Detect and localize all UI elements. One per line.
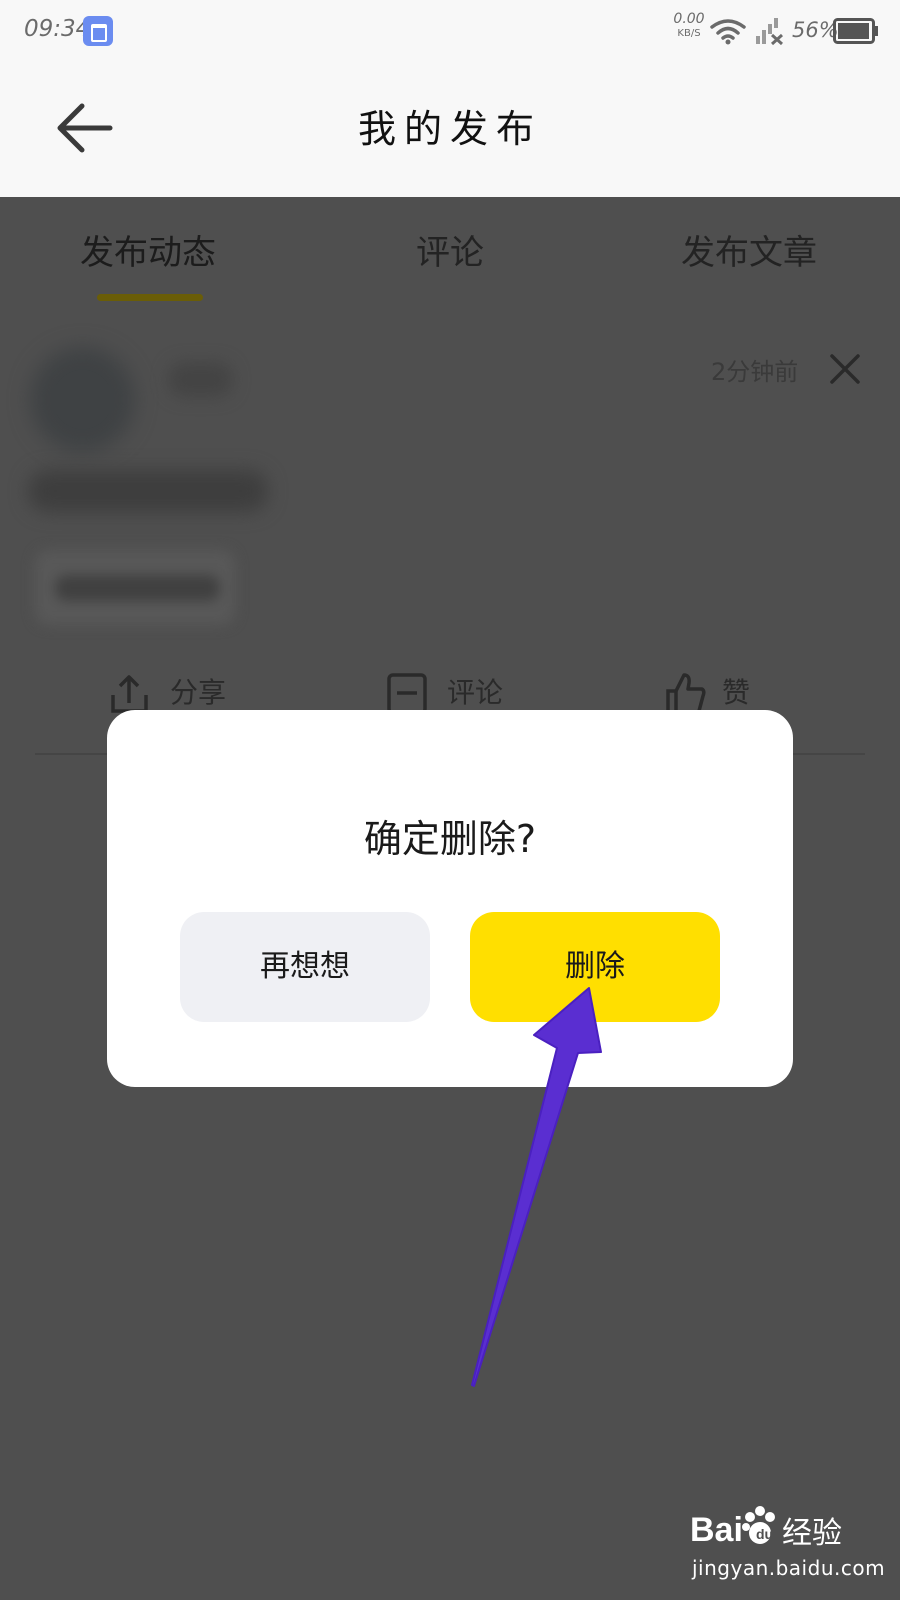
watermark-url: jingyan.baidu.com [692, 1556, 886, 1580]
tab-posts[interactable]: 发布动态 [80, 225, 216, 274]
status-bar: 09:34 0.00 KB/S 56% [0, 0, 900, 62]
share-button[interactable]: 分享 [108, 671, 238, 713]
share-icon [111, 675, 148, 713]
close-icon[interactable] [829, 353, 861, 385]
post-time: 2分钟前 [711, 358, 799, 386]
baidu-jingyan-logo: Bai du 经验 [690, 1506, 842, 1551]
delete-button[interactable]: 删除 [470, 912, 720, 1022]
like-label: 赞 [722, 676, 751, 709]
network-speed-unit: KB/S [677, 28, 701, 39]
share-label: 分享 [170, 676, 227, 709]
cancel-button[interactable]: 再想想 [180, 912, 430, 1022]
avatar[interactable] [30, 347, 135, 452]
page-title: 我的发布 [357, 107, 542, 151]
post-username-blurred [168, 362, 233, 397]
comment-icon [387, 673, 427, 715]
battery-percent: 56% [792, 18, 839, 42]
network-speed: 0.00 KB/S [672, 12, 706, 39]
network-speed-value: 0.00 [673, 11, 705, 27]
tab-comments[interactable]: 评论 [416, 225, 484, 274]
confirm-delete-dialog: 确定删除? 再想想 删除 [107, 710, 793, 1087]
active-tab-indicator [97, 294, 203, 301]
dialog-title: 确定删除? [363, 817, 537, 861]
status-time: 09:34 [24, 16, 91, 42]
wifi-icon [710, 19, 746, 45]
post-text-blurred [28, 470, 268, 512]
svg-text:du: du [756, 1526, 773, 1542]
like-button[interactable]: 赞 [664, 671, 784, 715]
thumbs-up-icon [666, 673, 706, 715]
svg-text:Bai: Bai [690, 1511, 743, 1549]
signal-no-service-icon [756, 18, 784, 46]
svg-text:经验: 经验 [782, 1516, 842, 1551]
tab-articles[interactable]: 发布文章 [681, 225, 817, 274]
comment-button[interactable]: 评论 [385, 671, 515, 715]
battery-icon [833, 18, 878, 44]
comment-label: 评论 [447, 676, 504, 709]
app-header: 我的发布 [0, 62, 900, 197]
app-notification-icon [83, 16, 113, 46]
post-attachment-blurred[interactable] [35, 550, 235, 625]
